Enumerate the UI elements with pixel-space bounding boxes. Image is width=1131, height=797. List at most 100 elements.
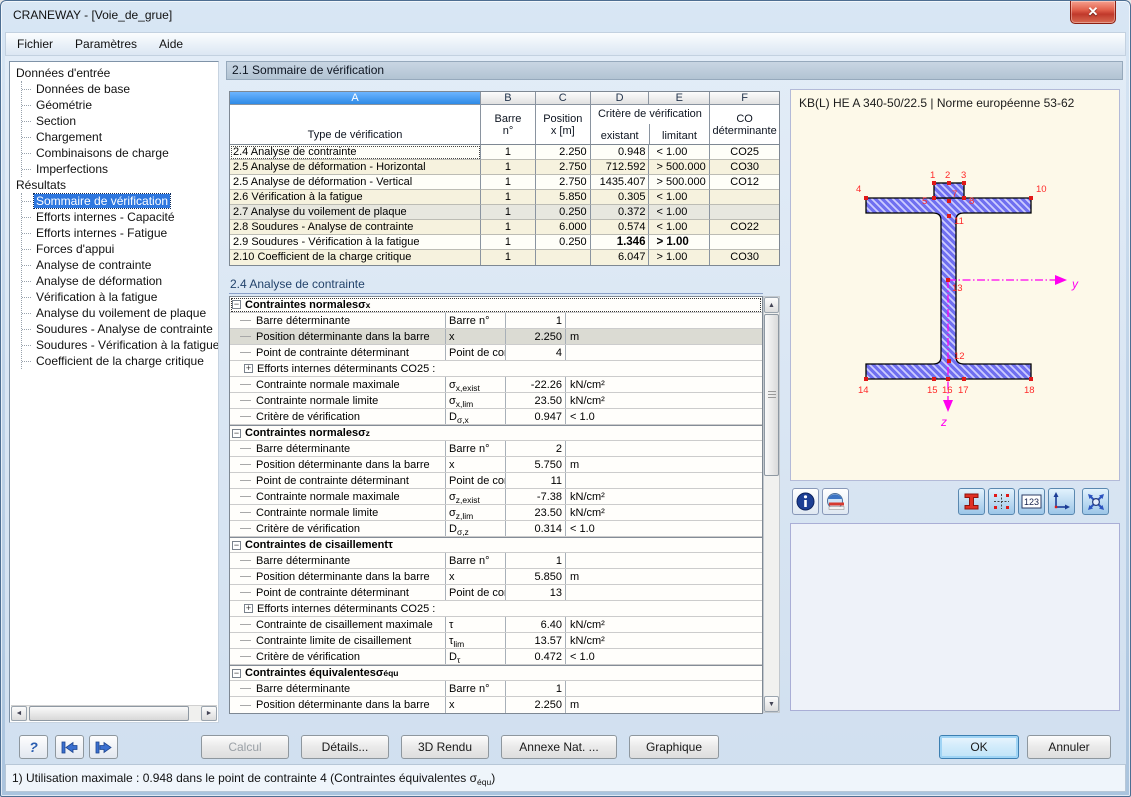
detail-expand-row[interactable]: +Efforts internes déterminants CO25 : — [230, 361, 762, 377]
stress-point-11[interactable] — [947, 214, 951, 218]
graphique-button[interactable]: Graphique — [629, 735, 719, 759]
section-profile-button[interactable] — [958, 488, 985, 515]
detail-row[interactable]: Critère de vérificationDτ0.472< 1.0 — [230, 649, 762, 665]
summary-row[interactable]: 2.5 Analyse de déformation - Vertical12.… — [230, 175, 779, 190]
summary-row[interactable]: 2.7 Analyse du voilement de plaque10.250… — [230, 205, 779, 220]
detail-row[interactable]: Contrainte normale limiteσz,lim23.50kN/c… — [230, 505, 762, 521]
numbering-button[interactable]: 123 — [1018, 488, 1045, 515]
detail-expand-row[interactable]: +Efforts internes déterminants CO25 : — [230, 601, 762, 617]
help-button[interactable]: ? — [19, 735, 48, 759]
zoom-reset-button[interactable] — [1082, 488, 1109, 515]
annexe-nat-button[interactable]: Annexe Nat. ... — [501, 735, 617, 759]
summary-row[interactable]: 2.10 Coefficient de la charge critique16… — [230, 250, 779, 265]
sidebar-item-soudures-v-rification-la-fatigue[interactable]: Soudures - Vérification à la fatigue — [22, 337, 218, 353]
column-letter-d[interactable]: D — [591, 92, 650, 105]
stress-point-17[interactable] — [962, 377, 966, 381]
detail-row[interactable]: Barre déterminanteBarre n°1 — [230, 313, 762, 329]
axes-button[interactable] — [1048, 488, 1075, 515]
detail-row[interactable]: Contrainte normale limiteσx,lim23.50kN/c… — [230, 393, 762, 409]
summary-row[interactable]: 2.4 Analyse de contrainte12.2500.948< 1.… — [230, 145, 779, 160]
next-screen-button[interactable] — [89, 735, 118, 759]
sidebar-item-sommaire-de-v-rification[interactable]: Sommaire de vérification — [22, 193, 218, 209]
detail-row[interactable]: Barre déterminanteBarre n°2 — [230, 441, 762, 457]
stress-point-18[interactable] — [1029, 377, 1033, 381]
sidebar-item-analyse-de-d-formation[interactable]: Analyse de déformation — [22, 273, 218, 289]
detail-row[interactable]: Contrainte limite de cisaillementτlim13.… — [230, 633, 762, 649]
stress-point-13[interactable] — [946, 278, 950, 282]
detail-group-row[interactable]: −Contraintes de cisaillement τ — [230, 537, 762, 553]
expand-icon[interactable]: + — [244, 604, 253, 613]
menu-item-aide[interactable]: Aide — [148, 33, 194, 55]
collapse-icon[interactable]: − — [232, 300, 241, 309]
stress-point-15[interactable] — [932, 377, 936, 381]
stress-point-3[interactable] — [962, 181, 966, 185]
detail-group-row[interactable]: −Contraintes équivalentes σéqu — [230, 665, 762, 681]
details-button[interactable]: Détails... — [301, 735, 389, 759]
column-letter-b[interactable]: B — [481, 92, 536, 105]
annuler-button[interactable]: Annuler — [1027, 735, 1111, 759]
expand-icon[interactable]: + — [244, 364, 253, 373]
sidebar-item-forces-d-appui[interactable]: Forces d'appui — [22, 241, 218, 257]
stress-point-8[interactable] — [962, 196, 966, 200]
stress-point-7[interactable] — [947, 199, 951, 203]
stress-point-14[interactable] — [864, 377, 868, 381]
scroll-down-arrow[interactable]: ▼ — [764, 696, 779, 712]
menu-item-param-tres[interactable]: Paramètres — [64, 33, 148, 55]
stress-point-4[interactable] — [864, 196, 868, 200]
detail-row[interactable]: Contrainte normale maximaleσx,exist-22.2… — [230, 377, 762, 393]
detail-row[interactable]: Position déterminante dans la barrex2.25… — [230, 329, 762, 345]
calcul-button[interactable]: Calcul — [201, 735, 289, 759]
sidebar-item-coefficient-de-la-charge-critique[interactable]: Coefficient de la charge critique — [22, 353, 218, 369]
stress-points-button[interactable] — [988, 488, 1015, 515]
detail-row[interactable]: Position déterminante dans la barrex5.85… — [230, 569, 762, 585]
sidebar-item-v-rification-la-fatigue[interactable]: Vérification à la fatigue — [22, 289, 218, 305]
scroll-right-arrow[interactable]: ► — [201, 706, 217, 721]
sidebar-item-analyse-du-voilement-de-plaque[interactable]: Analyse du voilement de plaque — [22, 305, 218, 321]
previous-screen-button[interactable] — [55, 735, 84, 759]
detail-group-row[interactable]: −Contraintes normales σz — [230, 425, 762, 441]
close-button[interactable]: ✕ — [1070, 1, 1116, 24]
collapse-icon[interactable]: − — [232, 669, 241, 678]
sidebar-item-combinaisons-de-charge[interactable]: Combinaisons de charge — [22, 145, 218, 161]
column-letter-f[interactable]: F — [710, 92, 779, 105]
detail-row[interactable]: Critère de vérificationDσ,x0.947< 1.0 — [230, 409, 762, 425]
collapse-icon[interactable]: − — [232, 429, 241, 438]
collapse-icon[interactable]: − — [232, 541, 241, 550]
sidebar-item-analyse-de-contrainte[interactable]: Analyse de contrainte — [22, 257, 218, 273]
sidebar-item-efforts-internes-fatigue[interactable]: Efforts internes - Fatigue — [22, 225, 218, 241]
stress-point-1[interactable] — [932, 181, 936, 185]
detail-row[interactable]: Barre déterminanteBarre n°1 — [230, 681, 762, 697]
detail-row[interactable]: Contrainte normale maximaleσz,exist-7.38… — [230, 489, 762, 505]
summary-row[interactable]: 2.8 Soudures - Analyse de contrainte16.0… — [230, 220, 779, 235]
sidebar-item-section[interactable]: Section — [22, 113, 218, 129]
scroll-up-arrow[interactable]: ▲ — [764, 297, 779, 313]
summary-row[interactable]: 2.6 Vérification à la fatigue15.8500.305… — [230, 190, 779, 205]
detail-row[interactable]: Position déterminante dans la barrex2.25… — [230, 697, 762, 713]
display-properties-button[interactable] — [822, 488, 849, 515]
titlebar[interactable]: CRANEWAY - [Voie_de_grue] ✕ — [1, 1, 1130, 31]
stress-point-5[interactable] — [932, 196, 936, 200]
stress-point-12[interactable] — [947, 359, 951, 363]
column-letter-e[interactable]: E — [649, 92, 710, 105]
detail-group-row[interactable]: −Contraintes normales σx — [230, 297, 762, 313]
info-button[interactable] — [792, 488, 819, 515]
summary-row[interactable]: 2.5 Analyse de déformation - Horizontal1… — [230, 160, 779, 175]
sidebar-item-g-om-trie[interactable]: Géométrie — [22, 97, 218, 113]
sidebar-item-imperfections[interactable]: Imperfections — [22, 161, 218, 177]
detail-row[interactable]: Critère de vérificationDσ,z0.314< 1.0 — [230, 521, 762, 537]
horizontal-scrollbar-thumb[interactable] — [29, 706, 189, 721]
summary-row[interactable]: 2.9 Soudures - Vérification à la fatigue… — [230, 235, 779, 250]
detail-row[interactable]: Point de contrainte déterminantPoint de … — [230, 473, 762, 489]
sidebar-item-donn-es-de-base[interactable]: Données de base — [22, 81, 218, 97]
column-letter-c[interactable]: C — [536, 92, 591, 105]
detail-row[interactable]: Contrainte de cisaillement maximaleτ6.40… — [230, 617, 762, 633]
rendu-3d-button[interactable]: 3D Rendu — [401, 735, 489, 759]
vertical-scrollbar-thumb[interactable] — [764, 314, 779, 476]
sidebar-horizontal-scrollbar[interactable]: ◄ ► — [11, 705, 217, 721]
stress-point-2[interactable] — [947, 181, 951, 185]
sidebar-item-soudures-analyse-de-contrainte[interactable]: Soudures - Analyse de contrainte — [22, 321, 218, 337]
detail-row[interactable]: Point de contrainte déterminantPoint de … — [230, 585, 762, 601]
stress-point-16[interactable] — [946, 377, 950, 381]
detail-row[interactable]: Position déterminante dans la barrex5.75… — [230, 457, 762, 473]
scroll-left-arrow[interactable]: ◄ — [11, 706, 27, 721]
